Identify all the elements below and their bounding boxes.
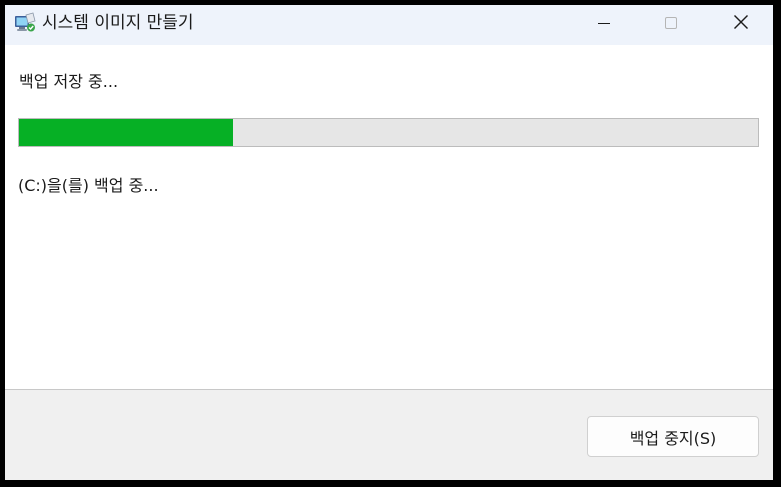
stop-backup-button[interactable]: 백업 중지(S): [587, 416, 759, 457]
minimize-button[interactable]: [573, 5, 635, 43]
progress-fill: [19, 119, 234, 146]
dialog-footer: 백업 중지(S): [5, 389, 773, 480]
maximize-icon: [664, 15, 678, 34]
window-title: 시스템 이미지 만들기: [42, 13, 194, 33]
close-button[interactable]: [710, 5, 772, 43]
backup-progress-bar: [18, 118, 759, 147]
maximize-button: [640, 5, 702, 43]
backup-computer-icon: [14, 12, 36, 34]
system-image-window: 시스템 이미지 만들기 백업 저장 중... (C:)을(를) 백업 중... …: [5, 5, 773, 480]
minimize-icon: [597, 15, 611, 34]
status-detail: (C:)을(를) 백업 중...: [18, 176, 159, 195]
close-icon: [733, 14, 749, 34]
title-bar[interactable]: 시스템 이미지 만들기: [5, 5, 773, 45]
status-heading: 백업 저장 중...: [19, 72, 119, 91]
